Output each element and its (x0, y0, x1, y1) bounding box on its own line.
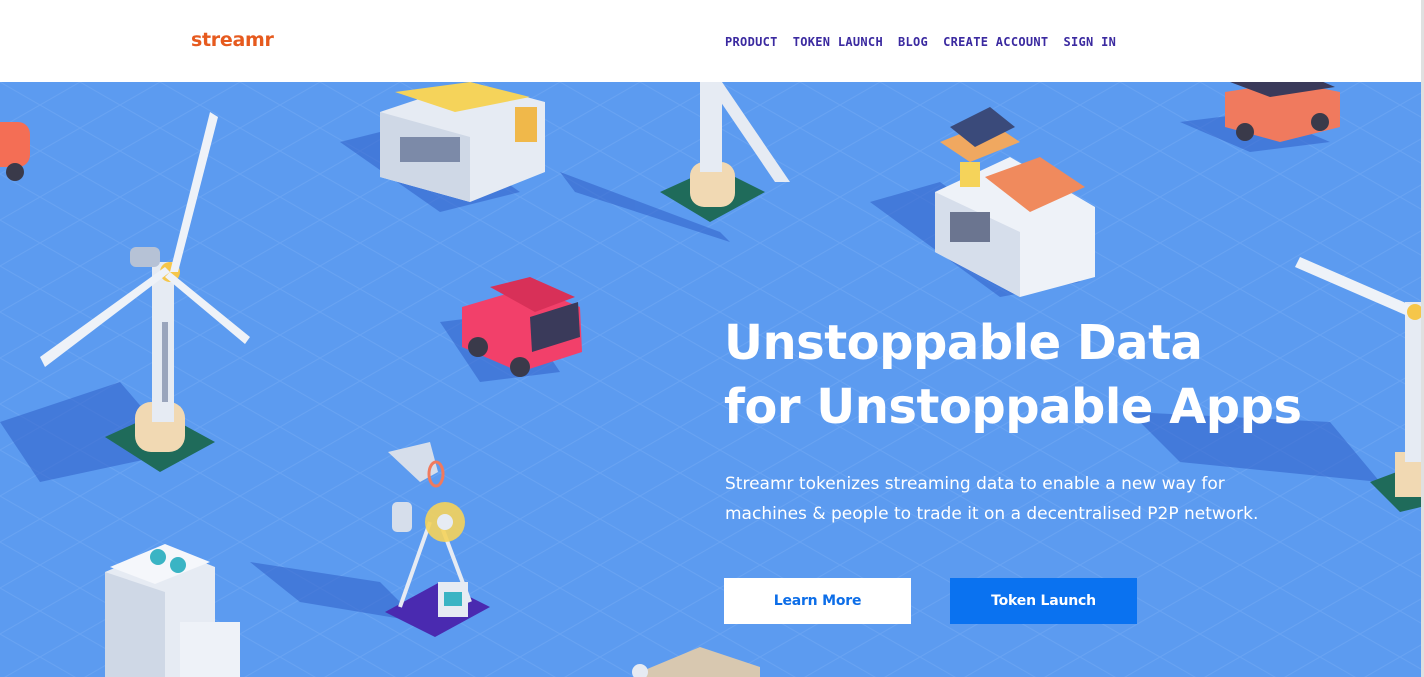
learn-more-button[interactable]: Learn More (724, 578, 911, 624)
nav-product[interactable]: PRODUCT (725, 35, 778, 49)
hero-section: Unstoppable Data for Unstoppable Apps St… (0, 82, 1421, 677)
hero-subtitle: Streamr tokenizes streaming data to enab… (725, 474, 1259, 524)
nav-blog[interactable]: BLOG (898, 35, 928, 49)
token-launch-button[interactable]: Token Launch (950, 578, 1137, 624)
headline-line-1: Unstoppable Data (724, 315, 1203, 371)
site-header: streamr PRODUCT TOKEN LAUNCH BLOG CREATE… (0, 0, 1421, 82)
streamr-logo[interactable]: streamr (191, 29, 274, 51)
hero-headline: Unstoppable Data for Unstoppable Apps (724, 311, 1302, 439)
nav-token-launch[interactable]: TOKEN LAUNCH (793, 35, 883, 49)
headline-line-2: for Unstoppable Apps (724, 379, 1302, 435)
main-nav: PRODUCT TOKEN LAUNCH BLOG CREATE ACCOUNT… (725, 35, 1131, 49)
page: streamr PRODUCT TOKEN LAUNCH BLOG CREATE… (0, 0, 1424, 677)
nav-sign-in[interactable]: SIGN IN (1063, 35, 1116, 49)
nav-create-account[interactable]: CREATE ACCOUNT (943, 35, 1048, 49)
